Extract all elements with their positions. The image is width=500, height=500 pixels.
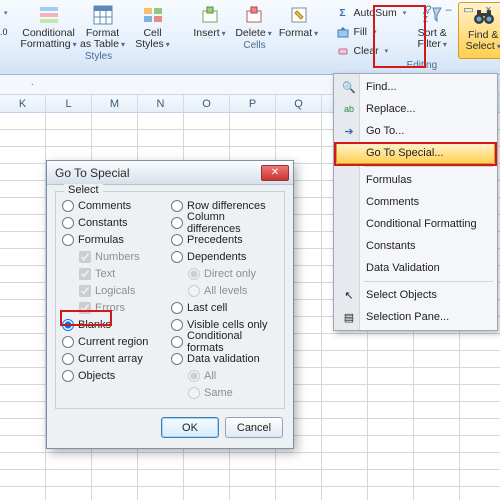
- format-button[interactable]: Format: [278, 2, 320, 39]
- minimize-icon[interactable]: –: [441, 2, 456, 17]
- conditional-formatting-icon: [38, 4, 60, 26]
- menu-data-validation[interactable]: Data Validation: [336, 257, 495, 279]
- close-icon[interactable]: ×: [481, 2, 496, 17]
- menu-select-objects[interactable]: ↖Select Objects: [336, 284, 495, 306]
- fieldset-legend: Select: [64, 184, 103, 196]
- select-fieldset: Select Comments Constants Formulas Numbe…: [55, 191, 285, 409]
- opt-numbers: Numbers: [79, 249, 169, 264]
- col-hdr[interactable]: N: [138, 95, 184, 112]
- col-hdr[interactable]: Q: [276, 95, 322, 112]
- opt-constants[interactable]: Constants: [62, 215, 169, 230]
- goto-special-dialog: Go To Special ✕ Select Comments Constant…: [46, 160, 294, 449]
- insert-button[interactable]: Insert: [190, 2, 230, 39]
- col-hdr[interactable]: P: [230, 95, 276, 112]
- opt-text: Text: [79, 266, 169, 281]
- insert-icon: [199, 4, 221, 26]
- goto-icon: ➔: [341, 123, 357, 139]
- help-icon[interactable]: ?: [421, 2, 436, 17]
- highlight-blanks: [60, 310, 112, 326]
- autosum-button[interactable]: Σ AutoSum▾: [336, 4, 407, 21]
- group-cells: Insert Delete Format Cells: [184, 0, 326, 74]
- dialog-close-icon[interactable]: ✕: [261, 165, 289, 181]
- group-styles: ConditionalFormatting Formatas Table Cel…: [18, 0, 180, 74]
- menu-goto-special[interactable]: Go To Special...: [336, 142, 495, 164]
- pane-icon: ▤: [341, 309, 357, 325]
- opt-all-levels: All levels: [188, 283, 278, 298]
- sigma-icon: Σ: [336, 6, 350, 20]
- opt-direct-only: Direct only: [188, 266, 278, 281]
- format-icon: [288, 4, 310, 26]
- fill-icon: [336, 25, 350, 39]
- opt-all: All: [188, 368, 278, 383]
- opt-dependents[interactable]: Dependents: [171, 249, 278, 264]
- dialog-title: Go To Special: [55, 166, 130, 180]
- menu-formulas[interactable]: Formulas: [336, 169, 495, 191]
- opt-same: Same: [188, 385, 278, 400]
- opt-precedents[interactable]: Precedents: [171, 232, 278, 247]
- replace-icon: ab: [341, 101, 357, 117]
- opt-dv[interactable]: Data validation: [171, 351, 278, 366]
- cell-styles-button[interactable]: CellStyles: [132, 2, 174, 50]
- clear-button[interactable]: Clear▾: [336, 42, 407, 59]
- opt-formulas[interactable]: Formulas: [62, 232, 169, 247]
- opt-current-array[interactable]: Current array: [62, 351, 169, 366]
- col-hdr[interactable]: K: [0, 95, 46, 112]
- menu-selection-pane[interactable]: ▤Selection Pane...: [336, 306, 495, 328]
- conditional-formatting-button[interactable]: ConditionalFormatting: [24, 2, 74, 50]
- delete-button[interactable]: Delete: [234, 2, 274, 39]
- menu-replace[interactable]: abReplace...: [336, 98, 495, 120]
- fill-button[interactable]: Fill▾: [336, 23, 407, 40]
- cancel-button[interactable]: Cancel: [225, 417, 283, 438]
- opt-objects[interactable]: Objects: [62, 368, 169, 383]
- ok-button[interactable]: OK: [161, 417, 219, 438]
- cursor-icon: ↖: [341, 287, 357, 303]
- menu-comments[interactable]: Comments: [336, 191, 495, 213]
- format-as-table-button[interactable]: Formatas Table: [78, 2, 128, 50]
- menu-constants[interactable]: Constants: [336, 235, 495, 257]
- opt-current-region[interactable]: Current region: [62, 334, 169, 349]
- delete-icon: [243, 4, 265, 26]
- find-select-menu: 🔍Find... abReplace... ➔Go To... Go To Sp…: [333, 73, 498, 331]
- opt-comments[interactable]: Comments: [62, 198, 169, 213]
- col-hdr[interactable]: O: [184, 95, 230, 112]
- opt-last-cell[interactable]: Last cell: [171, 300, 278, 315]
- cell-styles-icon: [142, 4, 164, 26]
- opt-logicals: Logicals: [79, 283, 169, 298]
- window-controls: ? – ▭ ×: [421, 2, 496, 17]
- col-hdr[interactable]: L: [46, 95, 92, 112]
- col-hdr[interactable]: M: [92, 95, 138, 112]
- binoculars-small-icon: 🔍: [341, 79, 357, 95]
- dialog-titlebar[interactable]: Go To Special ✕: [47, 161, 293, 185]
- opt-cf[interactable]: Conditional formats: [171, 334, 278, 349]
- opt-col-diff[interactable]: Column differences: [171, 215, 278, 230]
- menu-find[interactable]: 🔍Find...: [336, 76, 495, 98]
- maximize-icon[interactable]: ▭: [461, 2, 476, 17]
- currency-style[interactable]: ▾: [2, 4, 8, 21]
- menu-conditional-formatting[interactable]: Conditional Formatting: [336, 213, 495, 235]
- decimal-style[interactable]: .0: [0, 23, 8, 40]
- format-as-table-icon: [92, 4, 114, 26]
- menu-goto[interactable]: ➔Go To...: [336, 120, 495, 142]
- eraser-icon: [336, 44, 350, 58]
